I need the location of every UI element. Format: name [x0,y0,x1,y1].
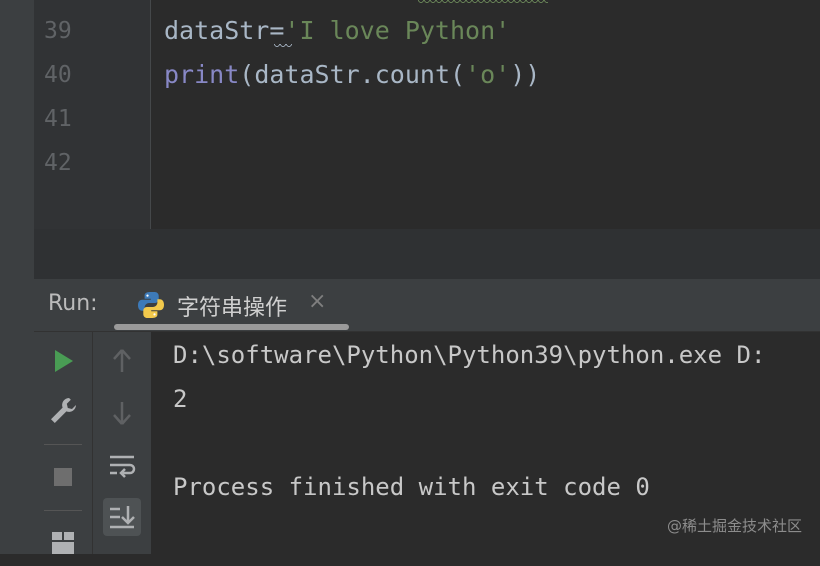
settings-button[interactable] [44,392,82,430]
run-button[interactable] [44,342,82,380]
code-operator: = [269,16,285,45]
stop-button[interactable] [44,458,82,496]
typo-squiggle [274,44,292,50]
stop-icon [54,468,72,486]
code-variable: dataStr [164,16,270,45]
line-number: 40 [44,62,72,88]
toolbar-divider [44,510,82,511]
next-button[interactable] [103,394,141,432]
run-toolbar-primary [34,332,92,554]
scroll-to-end-icon [110,506,135,529]
scroll-to-end-button[interactable] [103,498,141,536]
code-line[interactable]: print(dataStr.count('o')) [164,53,540,97]
wrench-icon [51,398,76,423]
code-paren: ( [239,60,255,89]
code-paren: )) [510,60,541,89]
run-tab-title: 字符串操作 [177,296,288,321]
python-icon [138,292,164,318]
code-expression: dataStr.count( [254,60,466,89]
code-builtin: print [164,60,240,89]
soft-wrap-button[interactable] [103,446,141,484]
console-line: D:\software\Python\Python39\python.exe D… [173,341,766,369]
run-icon [55,350,73,372]
line-number: 39 [44,18,72,44]
code-string: 'I love Python' [284,16,511,45]
soft-wrap-icon [110,455,136,478]
watermark: @稀土掘金技术社区 [666,517,802,535]
active-tab-indicator [114,324,349,330]
panel-splitter[interactable] [34,229,820,279]
code-line[interactable]: dataStr='I love Python' [164,9,510,53]
run-panel-header: Run: 字符串操作 × [34,279,820,332]
run-toolbar-secondary [92,332,151,554]
code-string: 'o' [465,60,511,89]
run-label: Run: [48,291,98,316]
gutter-separator [150,0,151,229]
console-line: 2 [173,385,188,413]
layout-icon [52,532,74,554]
line-number: 42 [44,150,72,176]
console-line: Process finished with exit code 0 [173,473,650,501]
left-tool-strip [0,0,34,554]
previous-button[interactable] [103,342,141,380]
warning-squiggle [418,0,548,6]
toolbar-divider [44,444,82,445]
layout-button[interactable] [44,524,82,562]
up-arrow-icon [113,349,131,372]
down-arrow-icon [113,402,131,425]
close-icon[interactable]: × [308,289,326,314]
line-number: 41 [44,106,72,132]
